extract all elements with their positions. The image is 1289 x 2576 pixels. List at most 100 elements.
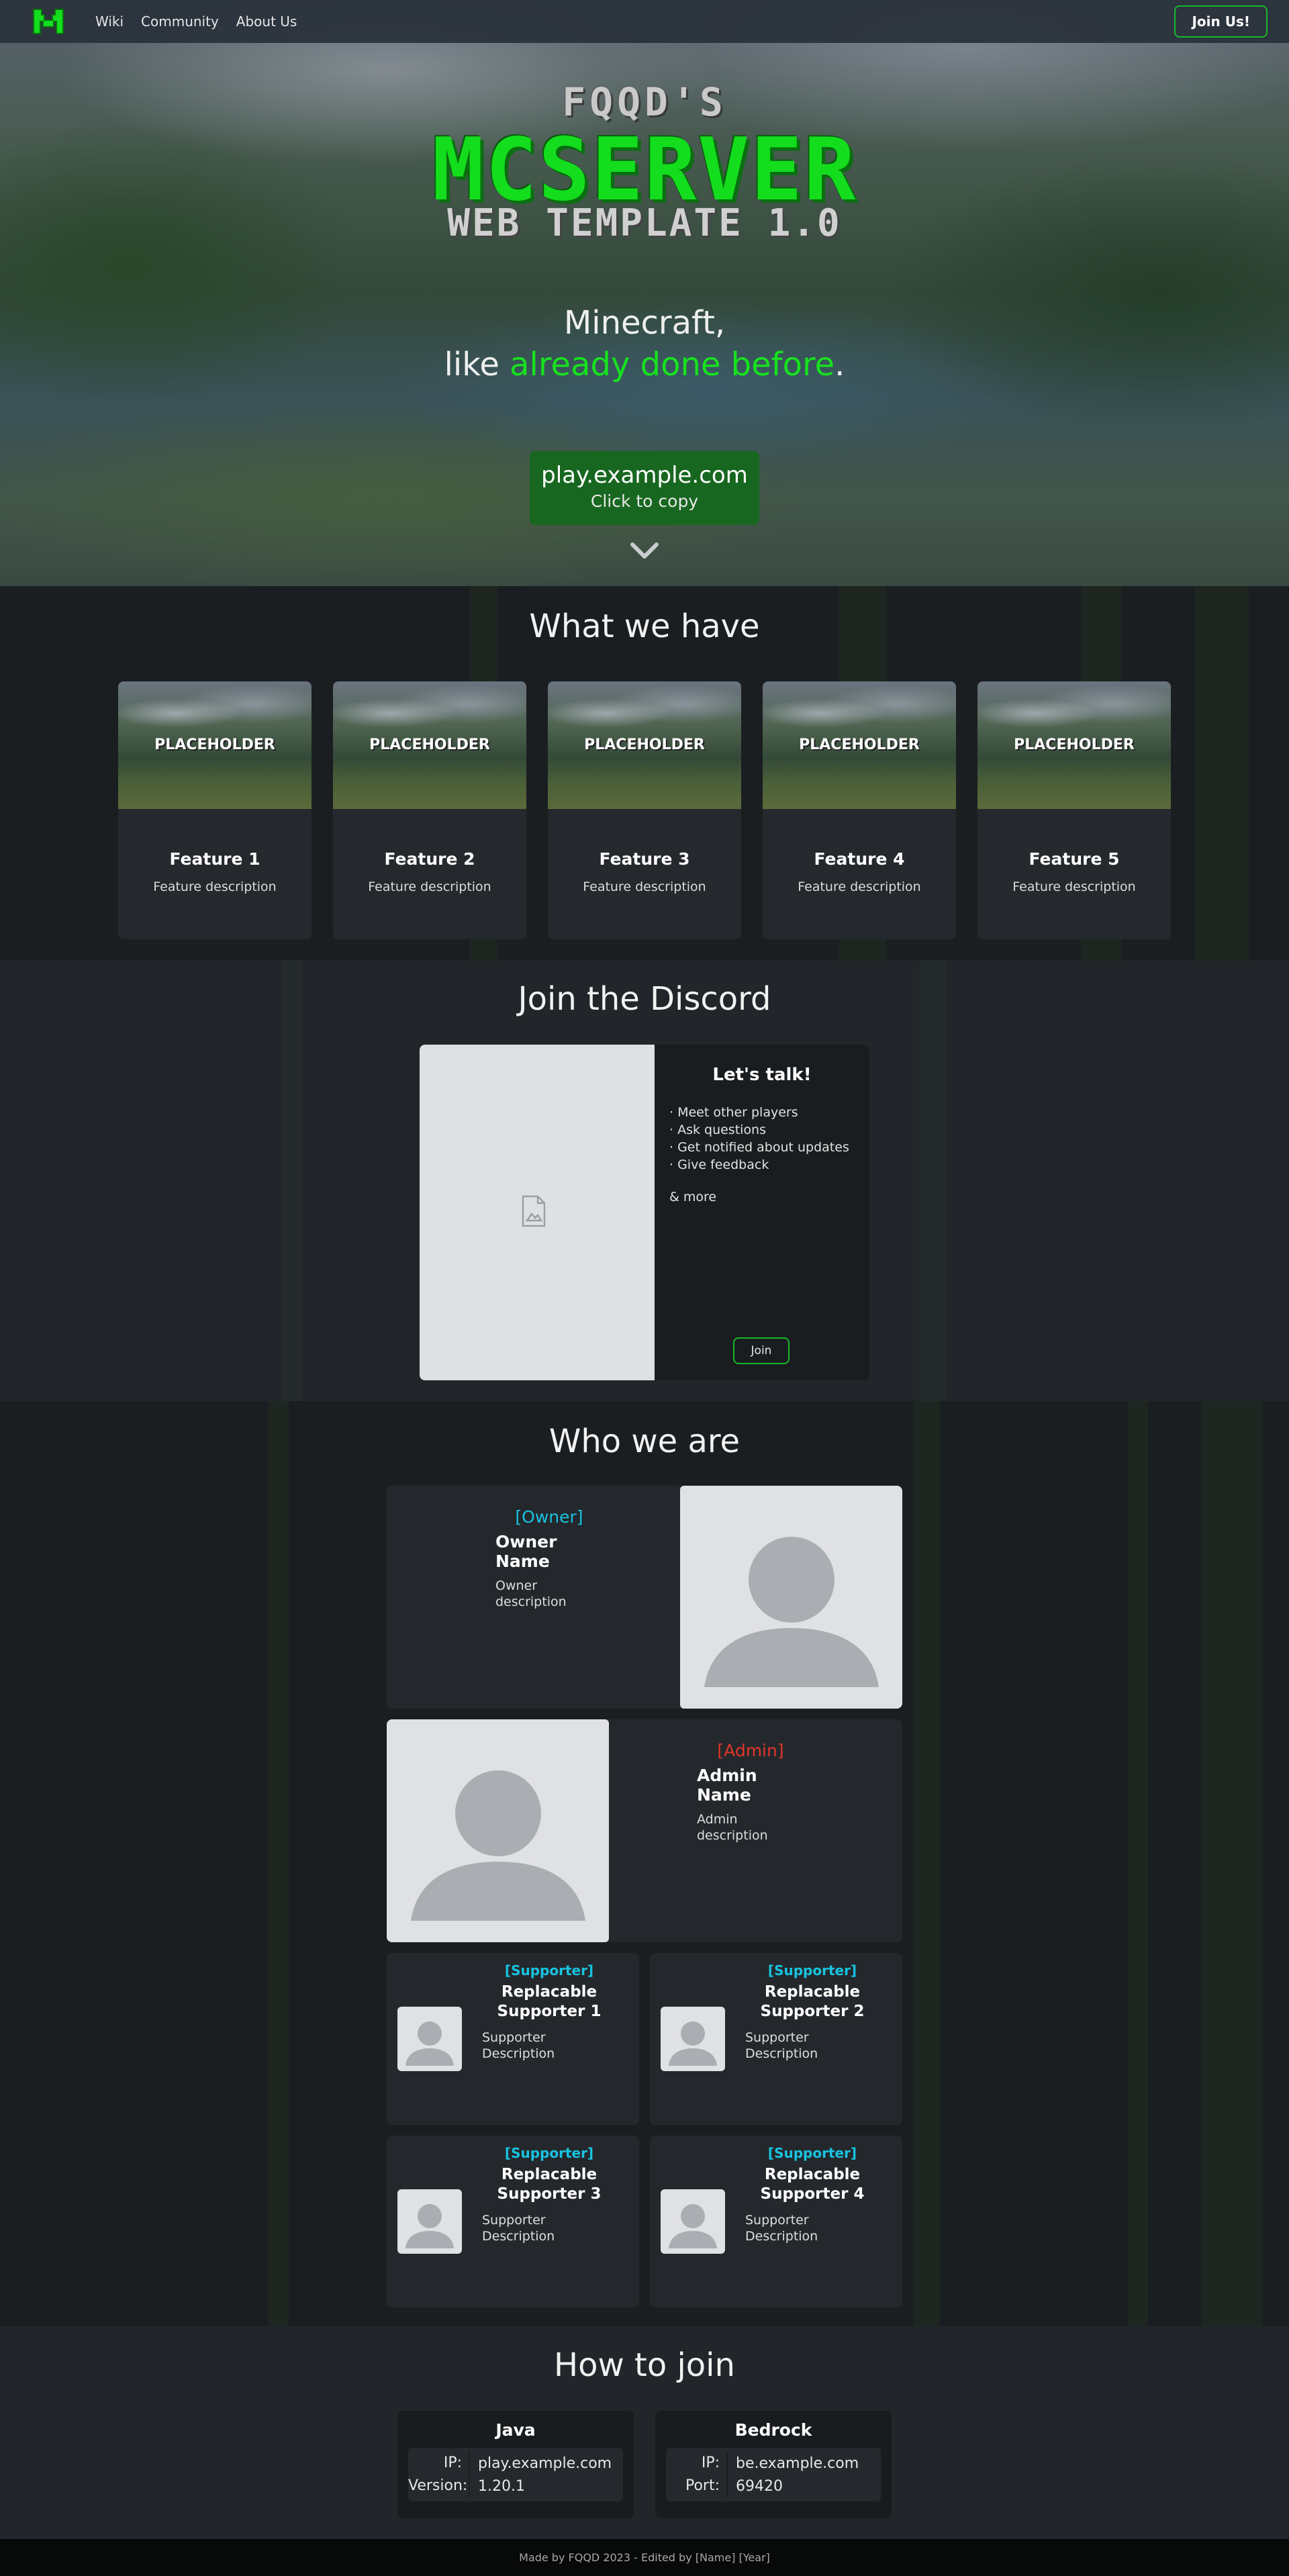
supporter-description-line2: Description: [745, 2046, 818, 2061]
supporter-description: Supporter Description: [482, 2212, 616, 2244]
bedrock-title: Bedrock: [734, 2420, 812, 2440]
server-ip: play.example.com: [541, 462, 748, 489]
hero-tagline: Minecraft, like already done before.: [0, 302, 1289, 385]
admin-role: [Admin]: [717, 1741, 784, 1760]
supporter-info: [Supporter] Replacable Supporter 1 Suppor…: [482, 1962, 616, 2062]
supporter-name-line1: Replacable: [764, 1983, 861, 2001]
nav-link-about-us[interactable]: About Us: [236, 13, 297, 30]
features-section: What we have PLACEHOLDER Feature 1 Featu…: [0, 586, 1289, 960]
tagline-post: .: [834, 346, 845, 383]
owner-name: Owner Name: [495, 1532, 557, 1571]
java-card: Java IP: play.example.com Version: 1.20.1: [397, 2411, 634, 2518]
copy-hint: Click to copy: [590, 491, 699, 511]
bedrock-card: Bedrock IP: be.example.com Port: 69420: [655, 2411, 892, 2518]
supporter-description-line2: Description: [482, 2046, 555, 2061]
how-to-join-section: How to join Java IP: play.example.com Ver…: [0, 2326, 1289, 2539]
bedrock-ip-value[interactable]: be.example.com: [728, 2455, 859, 2472]
owner-description-line1: Owner: [495, 1578, 538, 1593]
nav-link-community[interactable]: Community: [141, 13, 219, 30]
hero-section: FQQD'S MCSERVER WEB TEMPLATE 1.0 Minecra…: [0, 0, 1289, 586]
feature-description: Feature description: [798, 879, 921, 894]
nav-link-wiki[interactable]: Wiki: [95, 13, 124, 30]
features-title: What we have: [529, 608, 760, 645]
admin-description: Admin description: [697, 1811, 804, 1844]
supporter-role: [Supporter]: [767, 2145, 857, 2161]
user-avatar-icon: [669, 2204, 717, 2248]
feature-card: PLACEHOLDER Feature 5 Feature descriptio…: [977, 681, 1171, 939]
chevron-down-icon[interactable]: [630, 540, 659, 561]
supporter-name: Replacable Supporter 1: [482, 1983, 616, 2021]
java-ip-key: IP:: [408, 2452, 470, 2475]
supporter-name-line2: Supporter 3: [497, 2185, 602, 2203]
discord-widget: Let's talk! · Meet other players · Ask q…: [420, 1045, 869, 1380]
feature-name: Feature 3: [599, 849, 690, 869]
owner-role: [Owner]: [515, 1507, 583, 1527]
supporter-name-line2: Supporter 2: [760, 2003, 865, 2020]
supporter-description-line1: Supporter: [745, 2030, 809, 2045]
feature-description: Feature description: [153, 879, 277, 894]
supporter-card: [Supporter] Replacable Supporter 4 Suppor…: [650, 2136, 902, 2307]
owner-description-line2: description: [495, 1594, 567, 1609]
supporter-role: [Supporter]: [767, 1962, 857, 1978]
hero-title: MCSERVER: [432, 120, 857, 220]
supporter-description-line1: Supporter: [482, 2030, 546, 2045]
feature-description: Feature description: [1012, 879, 1136, 894]
table-row: Version: 1.20.1: [408, 2475, 623, 2497]
supporter-name-line2: Supporter 4: [760, 2185, 865, 2203]
owner-card: [Owner] Owner Name Owner description: [387, 1486, 902, 1709]
list-item: · Ask questions: [669, 1123, 767, 1137]
admin-description-line2: description: [697, 1828, 768, 1843]
supporter-role: [Supporter]: [504, 2145, 594, 2161]
feature-name: Feature 1: [169, 849, 260, 869]
discord-benefits-list: · Meet other players · Ask questions · G…: [669, 1104, 855, 1174]
team-title: Who we are: [548, 1423, 741, 1460]
supporter-role: [Supporter]: [504, 1962, 594, 1978]
copy-ip-button[interactable]: play.example.com Click to copy: [530, 451, 759, 525]
feature-image-label: PLACEHOLDER: [799, 736, 920, 753]
supporter-info: [Supporter] Replacable Supporter 3 Suppor…: [482, 2145, 616, 2244]
owner-avatar: [680, 1486, 902, 1709]
tagline-highlight: already done before: [510, 346, 835, 383]
logo-icon[interactable]: [31, 7, 66, 36]
list-item: · Get notified about updates: [669, 1140, 849, 1155]
bedrock-port-value: 69420: [736, 2477, 783, 2495]
table-row: IP: be.example.com: [666, 2452, 881, 2475]
user-avatar-icon: [411, 1770, 585, 1921]
tagline-pre: like: [444, 346, 510, 383]
join-us-button[interactable]: Join Us!: [1174, 5, 1268, 38]
bedrock-ip-key: IP:: [666, 2452, 728, 2475]
admin-info: [Admin] Admin Name Admin description: [697, 1741, 804, 1844]
feature-image-label: PLACEHOLDER: [369, 736, 490, 753]
admin-description-line1: Admin: [697, 1812, 738, 1827]
java-version-value: 1.20.1: [478, 2477, 525, 2495]
supporter-name-line1: Replacable: [501, 2166, 598, 2183]
java-ip-value[interactable]: play.example.com: [470, 2455, 612, 2472]
supporter-description-line2: Description: [745, 2229, 818, 2244]
supporter-description: Supporter Description: [482, 2030, 616, 2062]
feature-image: PLACEHOLDER: [763, 681, 956, 809]
supporter-avatar: [397, 2189, 462, 2254]
supporter-avatar: [661, 2189, 725, 2254]
supporter-description-line1: Supporter: [745, 2213, 809, 2228]
navbar: Wiki Community About Us Join Us!: [0, 0, 1289, 43]
java-title: Java: [495, 2420, 536, 2440]
supporter-description-line1: Supporter: [482, 2213, 546, 2228]
list-item: · Give feedback: [669, 1157, 769, 1172]
supporter-card: [Supporter] Replacable Supporter 3 Suppor…: [387, 2136, 639, 2307]
bedrock-info-table: IP: be.example.com Port: 69420: [666, 2448, 881, 2501]
supporter-name: Replacable Supporter 4: [745, 2165, 879, 2204]
supporter-description: Supporter Description: [745, 2030, 879, 2062]
discord-more: & more: [669, 1190, 717, 1204]
supporter-info: [Supporter] Replacable Supporter 2 Suppor…: [745, 1962, 879, 2062]
feature-name: Feature 5: [1029, 849, 1120, 869]
feature-card: PLACEHOLDER Feature 3 Feature descriptio…: [548, 681, 741, 939]
hero-sub-title: WEB TEMPLATE 1.0: [447, 201, 842, 245]
owner-info: [Owner] Owner Name Owner description: [495, 1507, 603, 1610]
feature-image-label: PLACEHOLDER: [154, 736, 275, 753]
supporter-avatar: [397, 2007, 462, 2071]
supporter-name: Replacable Supporter 3: [482, 2165, 616, 2204]
feature-image: PLACEHOLDER: [548, 681, 741, 809]
discord-join-button[interactable]: Join: [733, 1337, 790, 1364]
admin-card: [Admin] Admin Name Admin description: [387, 1719, 902, 1942]
supporter-card: [Supporter] Replacable Supporter 2 Suppor…: [650, 1953, 902, 2125]
